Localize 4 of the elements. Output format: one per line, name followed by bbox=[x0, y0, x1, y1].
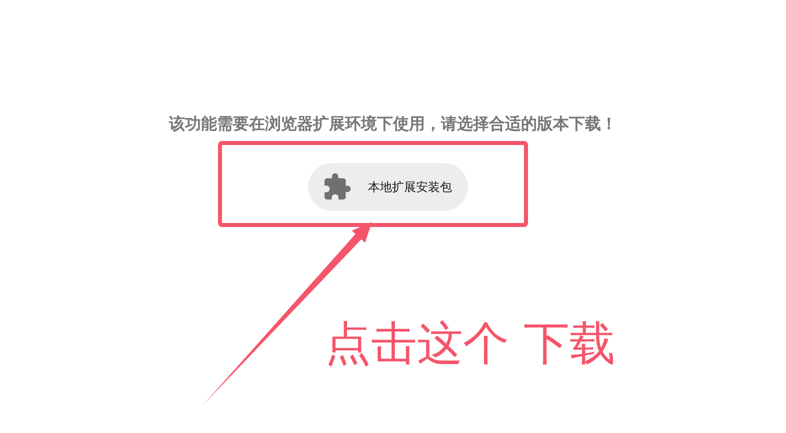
notice-text: 该功能需要在浏览器扩展环境下使用，请选择合适的版本下载！ bbox=[169, 114, 617, 135]
download-button[interactable]: 本地扩展安装包 bbox=[308, 163, 468, 211]
annotation-caption: 点击这个 下载 bbox=[325, 316, 616, 372]
puzzle-icon bbox=[322, 172, 352, 202]
